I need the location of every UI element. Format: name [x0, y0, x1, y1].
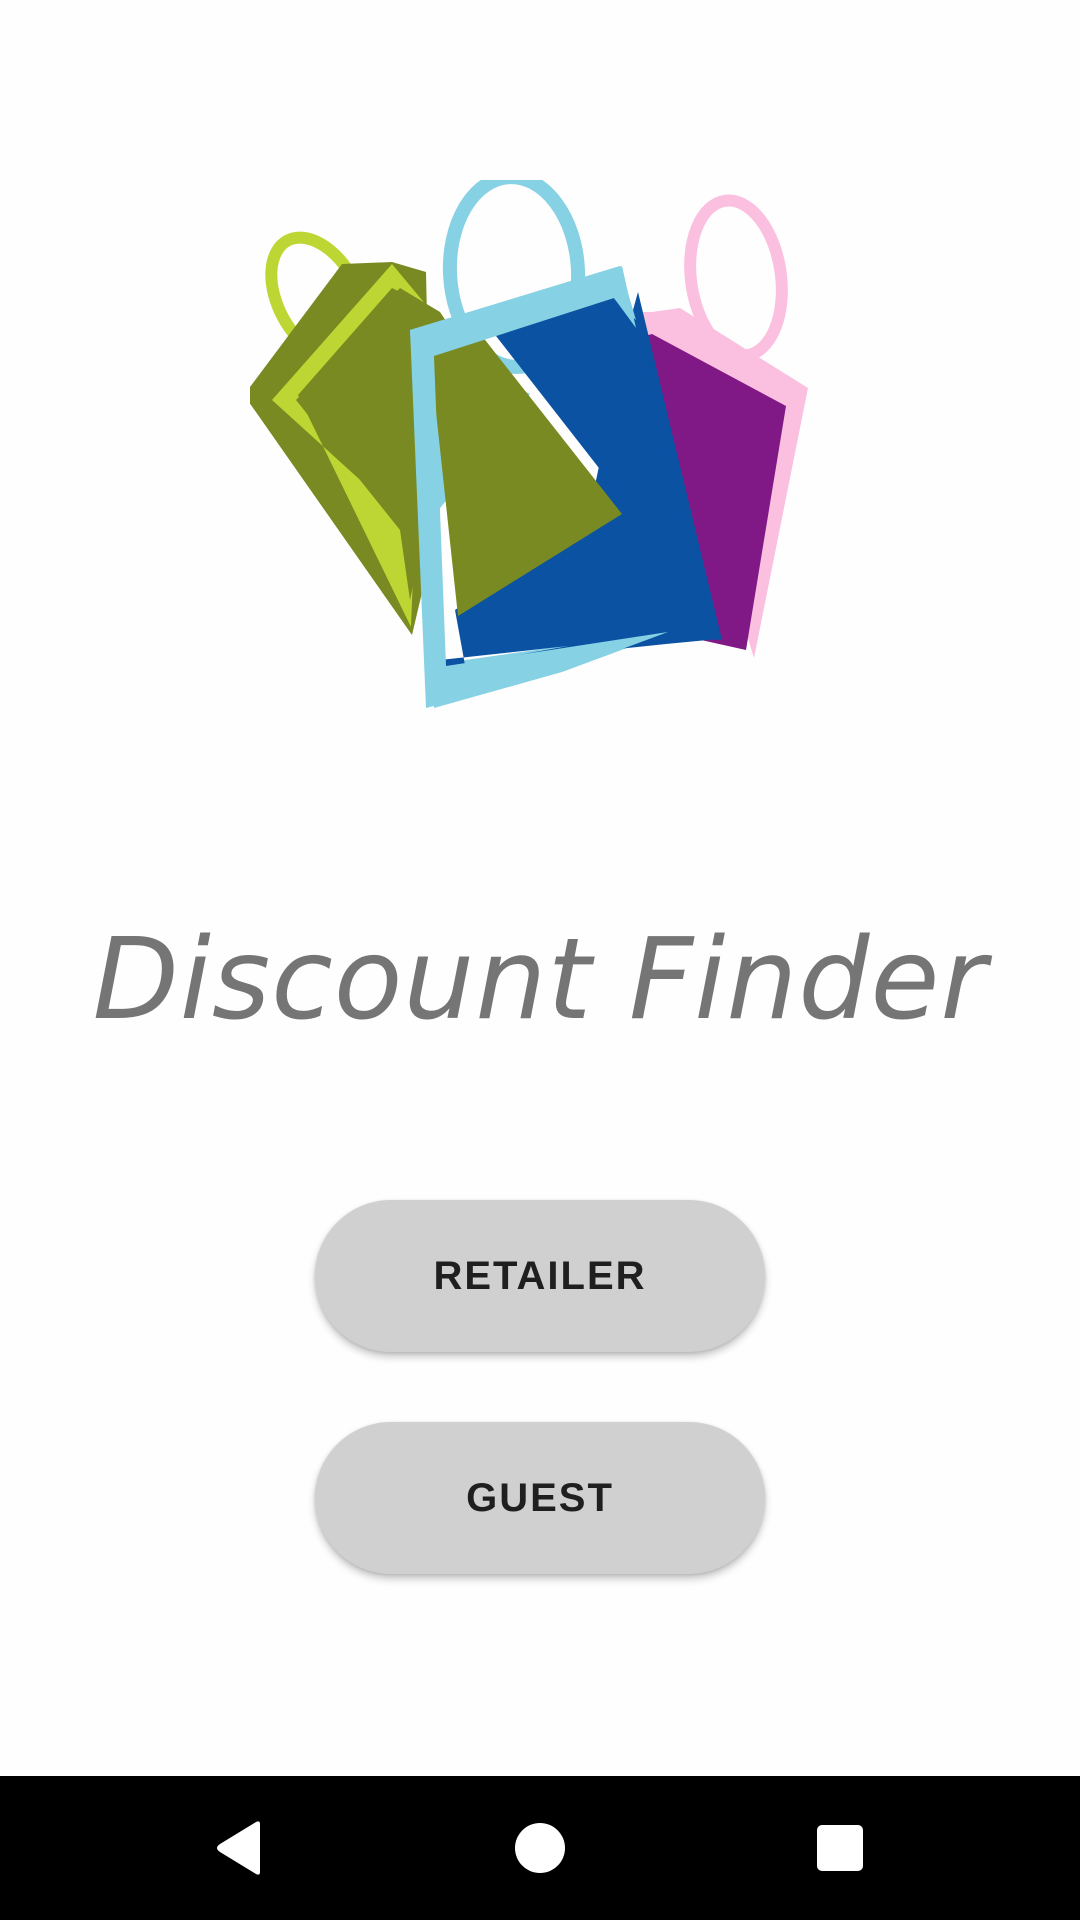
splash-screen: Discount Finder RETAILER GUEST: [0, 0, 1080, 1920]
back-triangle-icon: [217, 1821, 260, 1875]
recents-button[interactable]: [790, 1798, 890, 1898]
recents-square-icon: [817, 1825, 863, 1871]
retailer-button[interactable]: RETAILER: [315, 1200, 765, 1352]
app-title: Discount Finder: [92, 915, 988, 1045]
home-circle-icon: [515, 1823, 565, 1873]
home-button[interactable]: [490, 1798, 590, 1898]
system-navigation-bar: [0, 1776, 1080, 1920]
guest-button[interactable]: GUEST: [315, 1422, 765, 1574]
shopping-bags-logo: [250, 180, 808, 708]
back-button[interactable]: [190, 1798, 290, 1898]
